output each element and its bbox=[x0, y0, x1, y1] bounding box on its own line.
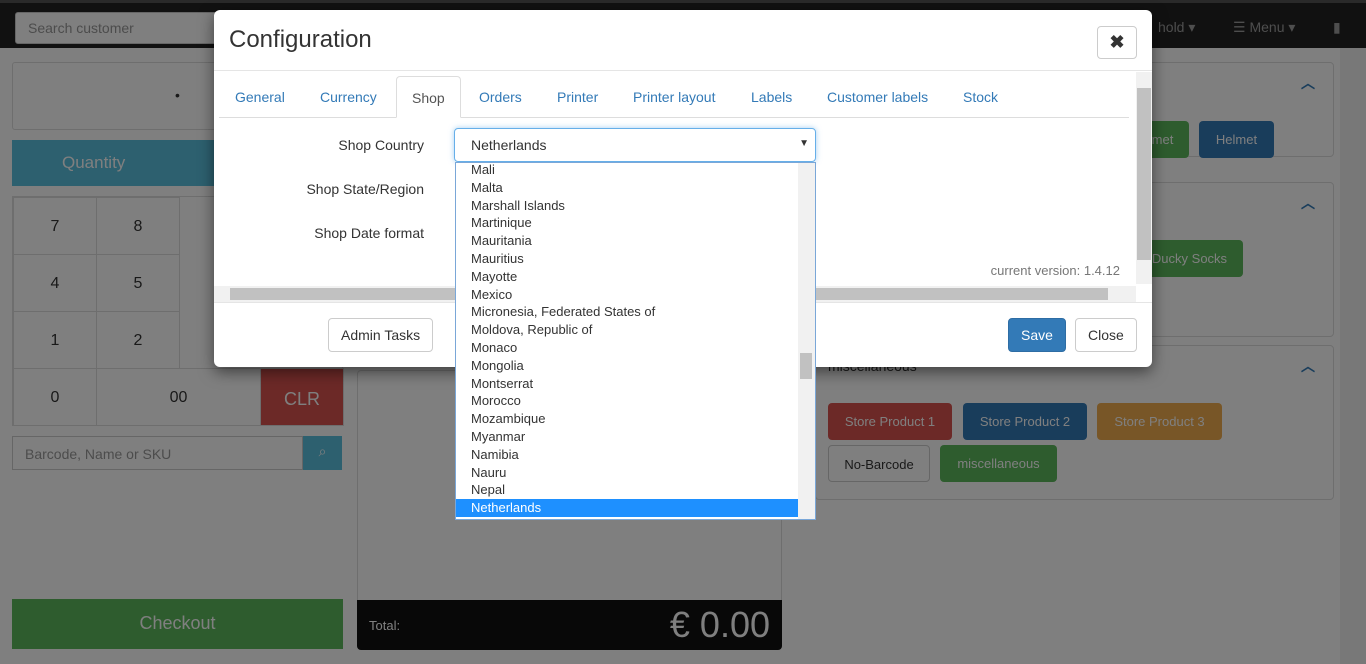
tab-labels[interactable]: Labels bbox=[751, 89, 792, 105]
selected-country: Netherlands bbox=[471, 137, 547, 153]
tab-orders[interactable]: Orders bbox=[479, 89, 522, 105]
vertical-scrollbar[interactable] bbox=[1136, 72, 1152, 284]
dropdown-arrow-icon: ▼ bbox=[799, 138, 809, 149]
tab-currency[interactable]: Currency bbox=[320, 89, 377, 105]
country-option[interactable]: Mayotte bbox=[456, 268, 815, 286]
country-option[interactable]: Mozambique bbox=[456, 410, 815, 428]
country-option[interactable]: Martinique bbox=[456, 214, 815, 232]
country-option[interactable]: Myanmar bbox=[456, 428, 815, 446]
tab-printer[interactable]: Printer bbox=[557, 89, 598, 105]
country-option[interactable]: Mali bbox=[456, 163, 815, 179]
save-button[interactable]: Save bbox=[1008, 318, 1066, 352]
close-button[interactable]: Close bbox=[1075, 318, 1137, 352]
country-option[interactable]: Morocco bbox=[456, 392, 815, 410]
tab-general[interactable]: General bbox=[235, 89, 285, 105]
country-option[interactable]: Nepal bbox=[456, 481, 815, 499]
country-option[interactable]: Nauru bbox=[456, 464, 815, 482]
country-dropdown-list[interactable]: Mali Malta Marshall Islands Martinique Mauri… bbox=[455, 162, 816, 520]
tab-customer-labels[interactable]: Customer labels bbox=[827, 89, 928, 105]
country-option[interactable]: Namibia bbox=[456, 446, 815, 464]
country-option[interactable]: Moldova, Republic of bbox=[456, 321, 815, 339]
country-option[interactable]: Malta bbox=[456, 179, 815, 197]
close-icon[interactable]: ✖ bbox=[1097, 26, 1137, 59]
country-option[interactable]: Mauritius bbox=[456, 250, 815, 268]
admin-tasks-button[interactable]: Admin Tasks bbox=[328, 318, 434, 352]
shop-country-label: Shop Country bbox=[338, 137, 424, 153]
dropdown-scrollbar[interactable] bbox=[798, 163, 815, 519]
tab-printer-layout[interactable]: Printer layout bbox=[633, 89, 715, 105]
country-option[interactable]: Mongolia bbox=[456, 357, 815, 375]
country-option[interactable]: Mexico bbox=[456, 286, 815, 304]
shop-date-format-label: Shop Date format bbox=[314, 225, 424, 241]
tab-bar: General Currency Shop Orders Printer Pri… bbox=[219, 76, 1129, 118]
shop-state-label: Shop State/Region bbox=[306, 181, 424, 197]
shop-country-select[interactable]: Netherlands ▼ bbox=[454, 128, 816, 162]
country-option[interactable]: Netherlands bbox=[456, 499, 815, 517]
tab-shop[interactable]: Shop bbox=[396, 76, 461, 118]
version-text: current version: 1.4.12 bbox=[990, 263, 1120, 278]
country-option[interactable]: Montserrat bbox=[456, 375, 815, 393]
modal-title: Configuration bbox=[229, 26, 372, 53]
country-option[interactable]: Mauritania bbox=[456, 232, 815, 250]
country-option[interactable]: Marshall Islands bbox=[456, 197, 815, 215]
country-option[interactable]: Monaco bbox=[456, 339, 815, 357]
tab-stock[interactable]: Stock bbox=[963, 89, 998, 105]
country-option[interactable]: Micronesia, Federated States of bbox=[456, 303, 815, 321]
